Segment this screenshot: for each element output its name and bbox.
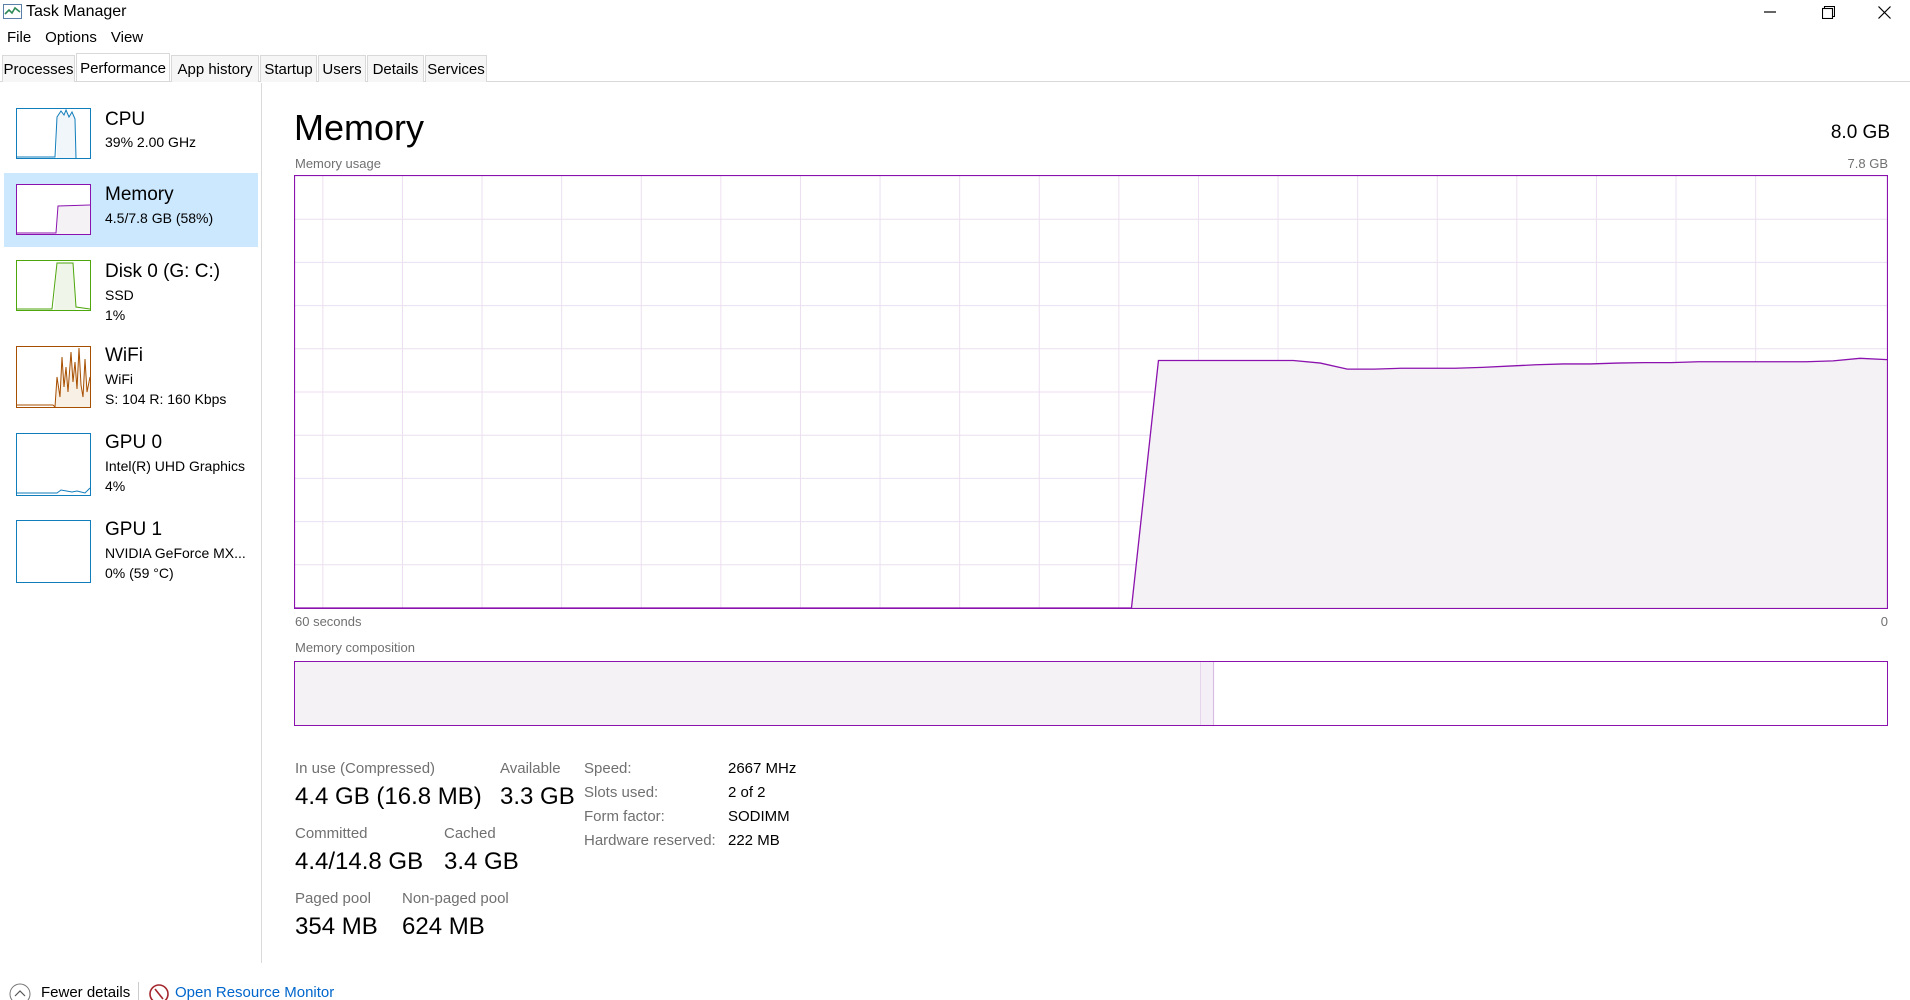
menu-view[interactable]: View — [104, 26, 150, 50]
memory-thumbnail-graph — [16, 184, 91, 235]
open-resource-monitor-label: Open Resource Monitor — [175, 983, 335, 1000]
tab-users[interactable]: Users — [318, 55, 366, 82]
spec-hardware-reserved-value: 222 MB — [728, 832, 780, 849]
minimize-button[interactable] — [1742, 0, 1798, 24]
disk-thumbnail-graph — [16, 260, 91, 311]
sidebar-gpu0-model: Intel(R) UHD Graphics — [105, 458, 246, 474]
stat-nonpaged-pool-label: Non-paged pool — [402, 890, 509, 907]
title-bar: Task Manager — [0, 0, 1910, 24]
sidebar-memory-name: Memory — [105, 184, 174, 205]
stat-in-use-value: 4.4 GB (16.8 MB) — [295, 783, 482, 810]
footer-divider — [138, 982, 139, 1000]
spec-hardware-reserved-label: Hardware reserved: — [584, 832, 716, 849]
stat-cached-value: 3.4 GB — [444, 848, 519, 875]
tab-processes[interactable]: Processes — [2, 55, 75, 82]
spec-slots-label: Slots used: — [584, 784, 659, 801]
fewer-details-button[interactable]: Fewer details — [9, 983, 130, 1000]
sidebar-item-wifi[interactable]: WiFi WiFi S: 104 R: 160 Kbps — [4, 331, 258, 417]
graph-time-start: 60 seconds — [295, 614, 362, 629]
spec-form-factor-label: Form factor: — [584, 808, 665, 825]
gpu0-thumbnail-graph — [16, 433, 91, 496]
tab-app-history[interactable]: App history — [171, 55, 259, 82]
composition-modified — [1200, 662, 1214, 725]
stat-committed-value: 4.4/14.8 GB — [295, 848, 424, 875]
window-title: Task Manager — [26, 3, 127, 20]
tab-services[interactable]: Services — [425, 55, 487, 82]
close-icon — [1877, 5, 1891, 19]
menu-options[interactable]: Options — [38, 26, 104, 50]
stat-in-use-label: In use (Compressed) — [295, 760, 436, 777]
task-manager-icon — [3, 4, 22, 19]
stat-in-use: In use (Compressed) 4.4 GB (16.8 MB) — [295, 760, 482, 811]
page-title: Memory — [294, 107, 425, 148]
stat-cached: Cached 3.4 GB — [444, 825, 519, 876]
fewer-details-label: Fewer details — [41, 983, 131, 1000]
stat-available: Available 3.3 GB — [500, 760, 575, 811]
menu-file[interactable]: File — [0, 26, 38, 50]
tab-details[interactable]: Details — [367, 55, 424, 82]
stat-available-value: 3.3 GB — [500, 783, 575, 810]
sidebar-gpu1-name: GPU 1 — [105, 519, 163, 540]
stat-committed-label: Committed — [295, 825, 368, 842]
memory-total: 8.0 GB — [1830, 122, 1890, 143]
wifi-thumbnail-graph — [16, 346, 91, 408]
sidebar-gpu1-model: NVIDIA GeForce MX... — [105, 545, 246, 561]
sidebar-item-memory[interactable]: Memory 4.5/7.8 GB (58%) — [4, 173, 258, 247]
stat-nonpaged-pool: Non-paged pool 624 MB — [402, 890, 509, 941]
sidebar-item-disk[interactable]: Disk 0 (G: C:) SSD 1% — [4, 249, 258, 331]
sidebar-disk-usage: 1% — [105, 307, 126, 323]
stat-committed: Committed 4.4/14.8 GB — [295, 825, 423, 876]
maximize-button[interactable] — [1800, 0, 1856, 24]
sidebar-disk-type: SSD — [105, 287, 134, 303]
sidebar-disk-name: Disk 0 (G: C:) — [105, 261, 221, 282]
tab-startup[interactable]: Startup — [260, 55, 317, 82]
footer-bar: Fewer details Open Resource Monitor — [0, 980, 1910, 1000]
tab-performance[interactable]: Performance — [76, 53, 170, 81]
sidebar-gpu0-name: GPU 0 — [105, 432, 163, 453]
minimize-icon — [1764, 11, 1776, 13]
spec-speed-value: 2667 MHz — [728, 760, 797, 777]
cpu-thumbnail-graph — [16, 108, 91, 159]
resource-monitor-icon — [149, 984, 169, 1000]
sidebar-wifi-name: WiFi — [105, 345, 143, 366]
menu-bar: File Options View — [0, 26, 150, 50]
open-resource-monitor-link[interactable]: Open Resource Monitor — [148, 983, 334, 1000]
memory-usage-label: Memory usage — [295, 156, 381, 171]
spec-slots-value: 2 of 2 — [728, 784, 766, 801]
tab-bar: Processes Performance App history Startu… — [0, 53, 1910, 82]
sidebar-gpu0-usage: 4% — [105, 478, 126, 494]
sidebar-memory-detail: 4.5/7.8 GB (58%) — [105, 210, 214, 226]
composition-in-use — [295, 662, 1201, 725]
memory-composition-label: Memory composition — [295, 640, 415, 655]
sidebar-item-gpu1[interactable]: GPU 1 NVIDIA GeForce MX... 0% (59 °C) — [4, 506, 258, 592]
gpu1-thumbnail-graph — [16, 520, 91, 583]
sidebar-gpu1-usage: 0% (59 °C) — [105, 565, 174, 581]
memory-usage-max: 7.8 GB — [1847, 156, 1888, 171]
restore-icon — [1821, 5, 1835, 19]
stat-available-label: Available — [500, 760, 561, 777]
spec-speed-label: Speed: — [584, 760, 632, 777]
stat-paged-pool: Paged pool 354 MB — [295, 890, 378, 941]
resource-list: CPU 39% 2.00 GHz Memory 4.5/7.8 GB (58%)… — [0, 83, 262, 963]
chevron-up-circle-icon — [9, 983, 31, 1000]
graph-time-end: 0 — [1880, 614, 1888, 629]
memory-usage-graph — [293, 174, 1889, 610]
spec-form-factor-value: SODIMM — [728, 808, 790, 825]
stat-nonpaged-pool-value: 624 MB — [402, 913, 485, 940]
sidebar-item-cpu[interactable]: CPU 39% 2.00 GHz — [4, 103, 258, 173]
sidebar-wifi-adapter: WiFi — [105, 371, 133, 387]
memory-composition-bar — [294, 661, 1888, 726]
sidebar-cpu-name: CPU — [105, 109, 146, 130]
stat-paged-pool-value: 354 MB — [295, 913, 378, 940]
sidebar-wifi-throughput: S: 104 R: 160 Kbps — [105, 391, 227, 407]
sidebar-cpu-detail: 39% 2.00 GHz — [105, 134, 197, 150]
close-button[interactable] — [1856, 0, 1910, 24]
sidebar-item-gpu0[interactable]: GPU 0 Intel(R) UHD Graphics 4% — [4, 419, 258, 505]
stat-paged-pool-label: Paged pool — [295, 890, 371, 907]
stat-cached-label: Cached — [444, 825, 496, 842]
